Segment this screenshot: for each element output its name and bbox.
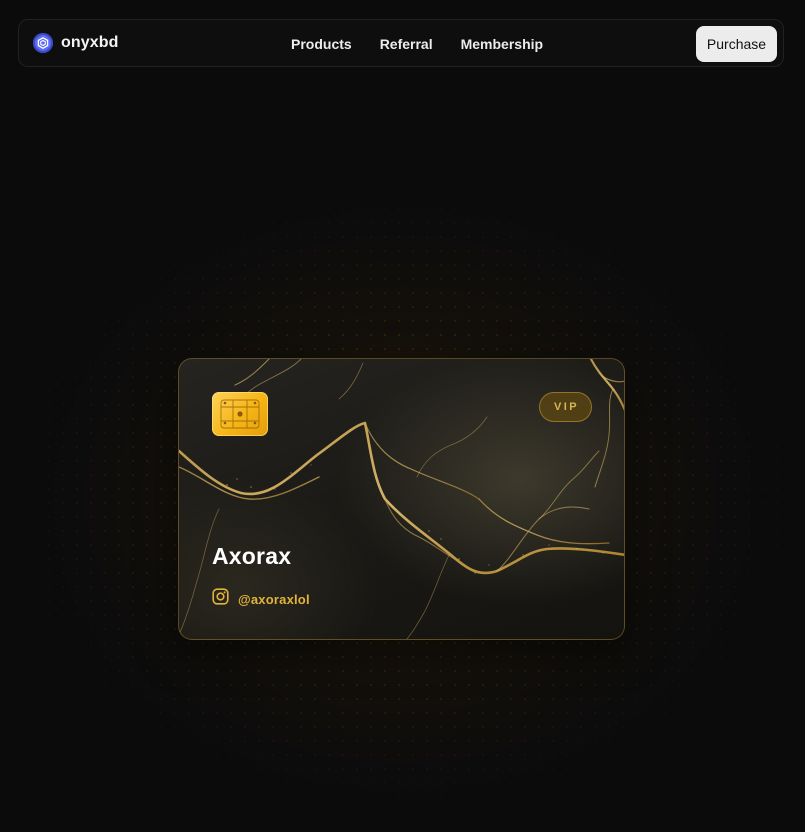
card-holder-name: Axorax <box>212 543 292 569</box>
instagram-handle: @axoraxlol <box>238 591 310 607</box>
page: onyxbd Products Referral Membership Purc… <box>0 0 805 832</box>
instagram-icon <box>212 588 229 610</box>
card-chip-icon <box>212 392 268 436</box>
purchase-button[interactable]: Purchase <box>696 26 777 62</box>
brand-name: onyxbd <box>61 34 119 51</box>
nav-link-referral[interactable]: Referral <box>380 36 433 52</box>
brand[interactable]: onyxbd <box>33 33 119 53</box>
navbar: onyxbd Products Referral Membership Purc… <box>18 19 784 67</box>
nav-link-products[interactable]: Products <box>291 36 352 52</box>
nav-links: Products Referral Membership <box>291 36 571 52</box>
membership-card: VIP Axorax @axoraxlol <box>178 358 625 640</box>
hexagon-logo-icon <box>33 33 53 53</box>
instagram-handle-link[interactable]: @axoraxlol <box>212 588 310 610</box>
vip-badge: VIP <box>539 392 592 422</box>
nav-link-membership[interactable]: Membership <box>461 36 543 52</box>
